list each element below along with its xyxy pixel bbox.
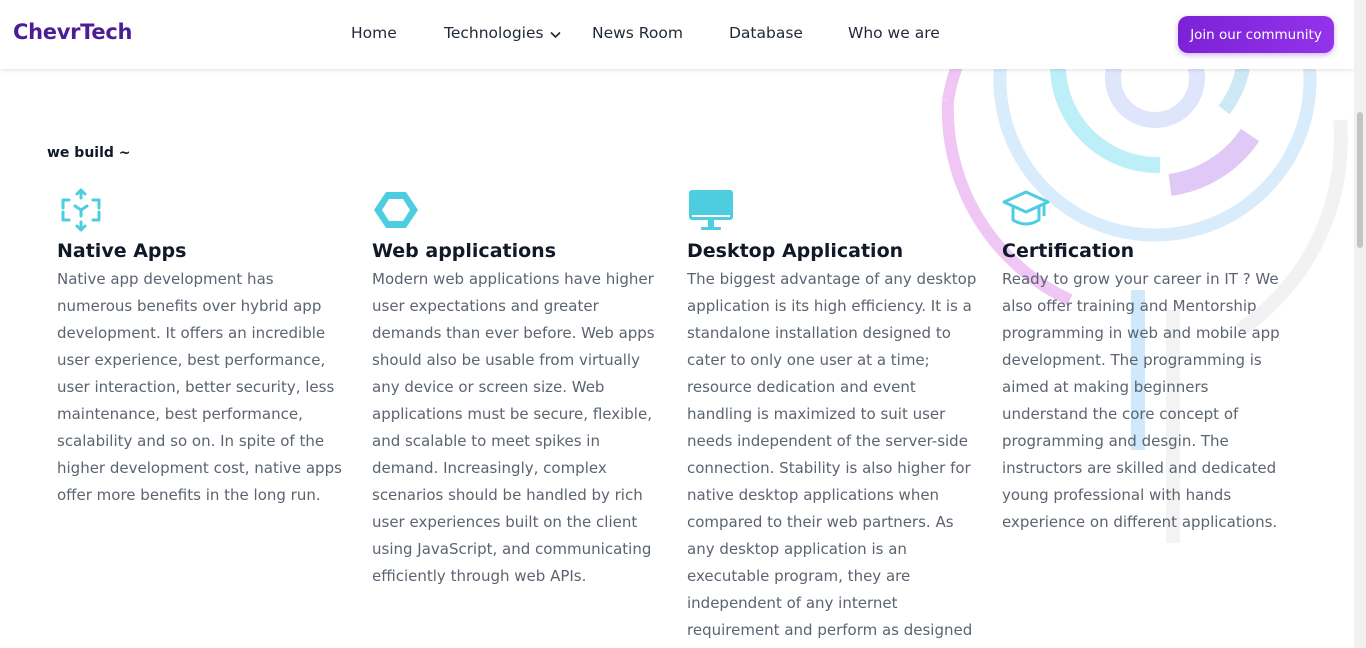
nav-news-room[interactable]: News Room bbox=[592, 24, 683, 42]
service-card-certification: Certification Ready to grow your career … bbox=[1002, 186, 1292, 536]
service-card-native-apps: Native Apps Native app development has n… bbox=[57, 186, 347, 509]
card-description: Ready to grow your career in IT ? We als… bbox=[1002, 270, 1280, 531]
nav-who-we-are[interactable]: Who we are bbox=[848, 24, 940, 42]
nav-database[interactable]: Database bbox=[729, 24, 803, 42]
nav-technologies-label: Technologies bbox=[444, 24, 544, 42]
scrollbar-thumb[interactable] bbox=[1357, 112, 1363, 248]
brand-logo[interactable]: ChevrTech bbox=[13, 20, 132, 44]
page-scrollbar[interactable] bbox=[1354, 0, 1366, 648]
cube-arrows-icon bbox=[57, 186, 105, 234]
nav-home[interactable]: Home bbox=[351, 24, 397, 42]
join-community-button[interactable]: Join our community bbox=[1178, 16, 1334, 53]
card-title: Web applications bbox=[372, 240, 556, 262]
card-title: Desktop Application bbox=[687, 240, 904, 262]
monitor-icon bbox=[687, 186, 735, 234]
chevron-down-icon bbox=[550, 25, 561, 43]
service-card-web-applications: Web applications Modern web applications… bbox=[372, 186, 662, 590]
card-description: Native app development has numerous bene… bbox=[57, 270, 342, 504]
top-navbar: ChevrTech Home Technologies News Room Da… bbox=[0, 0, 1354, 69]
card-description: Modern web applications have higher user… bbox=[372, 270, 655, 585]
card-description: The biggest advantage of any desktop app… bbox=[687, 270, 977, 639]
service-card-desktop-application: Desktop Application The biggest advantag… bbox=[687, 186, 977, 644]
card-title: Certification bbox=[1002, 240, 1135, 262]
graduation-cap-icon bbox=[1002, 186, 1050, 234]
section-intro: we build ~ bbox=[47, 145, 131, 161]
nav-technologies[interactable]: Technologies bbox=[444, 24, 561, 43]
hexagon-icon bbox=[372, 186, 420, 234]
card-title: Native Apps bbox=[57, 240, 187, 262]
